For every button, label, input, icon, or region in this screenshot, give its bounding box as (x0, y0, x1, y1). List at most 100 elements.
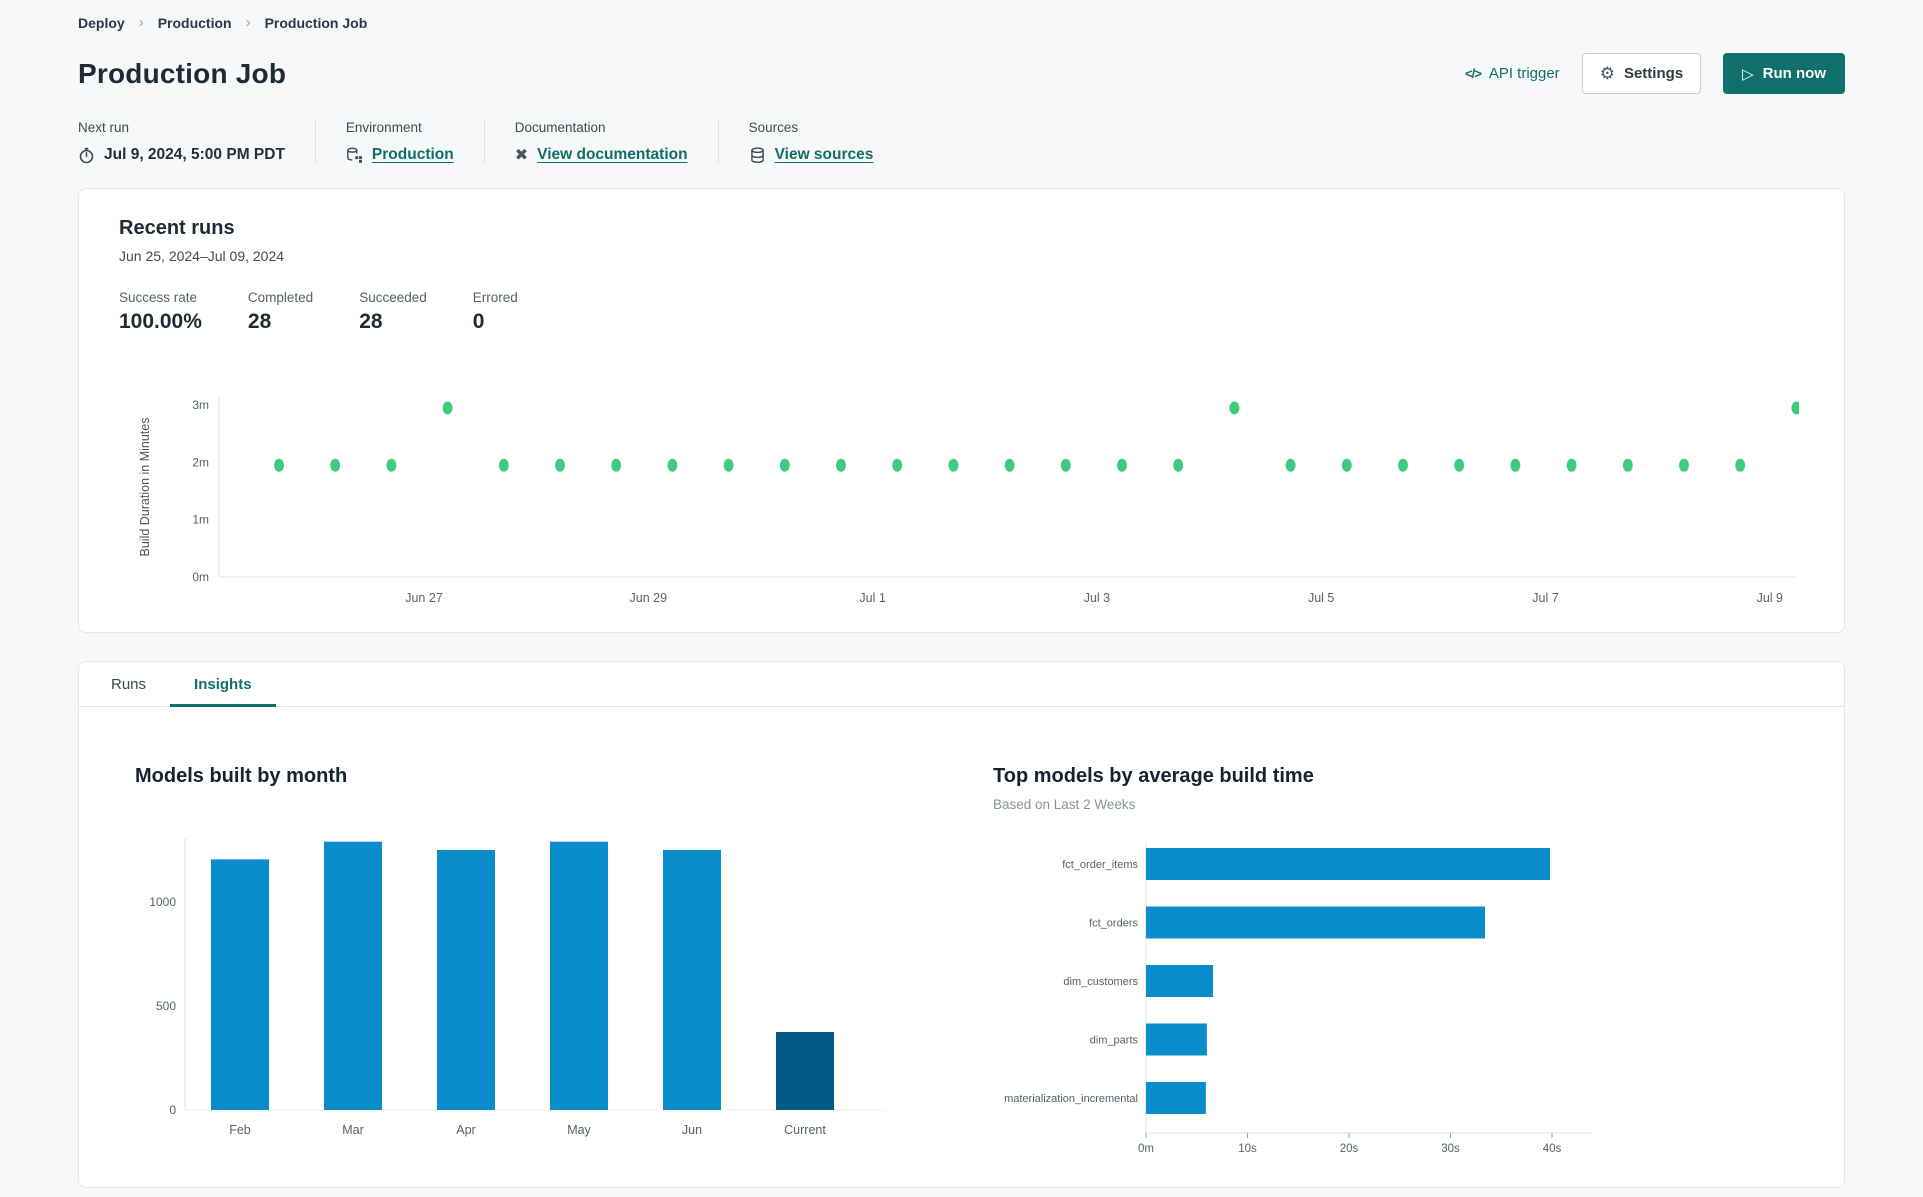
scatter-point[interactable] (1679, 458, 1689, 472)
y-tick-label: 500 (156, 999, 176, 1013)
scatter-point[interactable] (498, 458, 509, 472)
page: Deploy › Production › Production Job Pro… (0, 0, 1923, 1188)
info-documentation: Documentation ✖ View documentation (483, 120, 718, 164)
scatter-point[interactable] (892, 458, 903, 472)
stat-label: Completed (247, 290, 314, 305)
chevron-right-icon: › (245, 14, 251, 31)
breadcrumb-current: Production Job (264, 14, 368, 31)
bar[interactable] (776, 1032, 834, 1110)
info-sources: Sources View sources (717, 120, 904, 164)
bar[interactable] (1146, 906, 1486, 939)
x-tick-label: Jul 9 (1757, 591, 1783, 605)
view-sources-link[interactable]: View sources (775, 146, 874, 164)
y-tick-label: 0m (192, 570, 209, 584)
bar[interactable] (1146, 848, 1550, 880)
scatter-point[interactable] (948, 458, 959, 472)
scatter-point[interactable] (330, 458, 341, 472)
scatter-point[interactable] (723, 458, 734, 472)
top-models-chart-block: Top models by average build time Based o… (993, 765, 1713, 1174)
top-models-hbar-chart[interactable]: fct_order_items fct_orders dim_customers di… (993, 834, 1713, 1174)
chevron-right-icon: › (138, 14, 144, 31)
scatter-point[interactable] (1454, 458, 1465, 472)
tab-runs-label: Runs (111, 675, 147, 693)
scatter-svg: 0m 1m 2m 3m Build Duration in Minutes Jun 27 J… (138, 397, 1802, 605)
breadcrumb-production[interactable]: Production (158, 15, 232, 31)
y-tick-label: 2m (192, 455, 209, 469)
scatter-point[interactable] (1398, 458, 1408, 472)
recent-runs-stats: Success rate 100.00% Completed 28 Succee… (119, 290, 1804, 334)
recent-runs-date-range: Jun 25, 2024–Jul 09, 2024 (119, 248, 285, 264)
bar[interactable] (437, 850, 495, 1110)
y-category-label: dim_customers (1063, 976, 1138, 988)
scatter-point[interactable] (442, 401, 453, 415)
scatter-point[interactable] (1735, 458, 1746, 472)
stat-success-rate: Success rate 100.00% (119, 290, 202, 334)
view-documentation-link[interactable]: View documentation (537, 146, 687, 164)
scatter-point[interactable] (611, 458, 622, 472)
next-run-value: Jul 9, 2024, 5:00 PM PDT (104, 146, 285, 163)
stat-value: 28 (359, 310, 383, 333)
bar[interactable] (1146, 1082, 1206, 1114)
scatter-point[interactable] (1117, 458, 1127, 472)
scatter-point[interactable] (667, 458, 678, 472)
scatter-point[interactable] (555, 458, 565, 472)
environment-label: Environment (345, 120, 422, 135)
scatter-point[interactable] (1285, 458, 1296, 472)
tab-bar: Runs Insights (79, 662, 1844, 707)
x-category-label: May (567, 1123, 591, 1137)
stat-completed: Completed 28 (248, 290, 313, 334)
x-category-label: Current (784, 1123, 826, 1137)
bar[interactable] (1146, 1023, 1207, 1056)
insights-panel: Models built by month 0 500 1000 Feb Mar Apr M… (79, 707, 1844, 1174)
scatter-point[interactable] (1004, 458, 1015, 472)
scatter-point[interactable] (274, 458, 284, 472)
stat-succeeded: Succeeded 28 (359, 290, 427, 334)
scatter-point[interactable] (1510, 458, 1521, 472)
page-header: Production Job </> API trigger ⚙ Setting… (78, 53, 1845, 94)
recent-runs-card: Recent runs Jun 25, 2024–Jul 09, 2024 Su… (78, 188, 1845, 633)
scatter-point[interactable] (1566, 458, 1577, 472)
settings-button[interactable]: ⚙ Settings (1581, 53, 1702, 94)
tab-insights-label: Insights (194, 675, 252, 693)
sources-label: Sources (748, 120, 799, 135)
models-built-bar-chart[interactable]: 0 500 1000 Feb Mar Apr May Jun Current (135, 820, 925, 1160)
models-built-chart-block: Models built by month 0 500 1000 Feb Mar Apr M… (135, 765, 925, 1174)
tab-runs[interactable]: Runs (87, 662, 170, 706)
run-now-label: Run now (1762, 65, 1826, 82)
environment-link[interactable]: Production (372, 146, 454, 164)
tab-insights[interactable]: Insights (170, 662, 276, 707)
build-duration-scatter-chart[interactable]: 0m 1m 2m 3m Build Duration in Minutes Jun 27 J… (119, 362, 1804, 622)
scatter-point[interactable] (386, 458, 397, 472)
scatter-point[interactable] (1341, 458, 1352, 472)
x-tick-label: 0m (1138, 1143, 1154, 1155)
bar[interactable] (663, 850, 721, 1110)
scatter-point[interactable] (836, 458, 846, 472)
bar[interactable] (211, 859, 269, 1110)
stat-value: 100.00% (119, 310, 202, 333)
x-tick-label: 40s (1543, 1143, 1562, 1155)
api-trigger-label: API trigger (1488, 65, 1560, 82)
run-now-button[interactable]: ▷ Run now (1723, 53, 1845, 94)
x-tick-label: Jul 3 (1084, 591, 1110, 605)
stat-value: 0 (472, 310, 485, 333)
stat-errored: Errored 0 (473, 290, 518, 334)
scatter-point[interactable] (1060, 458, 1071, 472)
breadcrumb-deploy[interactable]: Deploy (78, 15, 125, 31)
breadcrumb: Deploy › Production › Production Job (78, 14, 1845, 31)
bar[interactable] (550, 841, 608, 1110)
bar[interactable] (1146, 965, 1213, 997)
scatter-point[interactable] (1622, 458, 1633, 472)
scatter-point[interactable] (1229, 401, 1240, 415)
scatter-point[interactable] (1173, 458, 1184, 472)
page-title: Production Job (78, 57, 287, 89)
scatter-point[interactable] (779, 458, 790, 472)
scatter-point[interactable] (1791, 401, 1802, 415)
info-environment: Environment Production (314, 120, 484, 164)
x-category-label: Feb (229, 1123, 251, 1137)
api-trigger-link[interactable]: </> API trigger (1465, 65, 1560, 82)
x-tick-label: 20s (1340, 1143, 1359, 1155)
y-tick-label: 0 (169, 1103, 176, 1117)
bar[interactable] (324, 841, 382, 1110)
y-tick-label: 1m (192, 513, 209, 527)
x-tick-label: Jun 29 (630, 591, 668, 605)
